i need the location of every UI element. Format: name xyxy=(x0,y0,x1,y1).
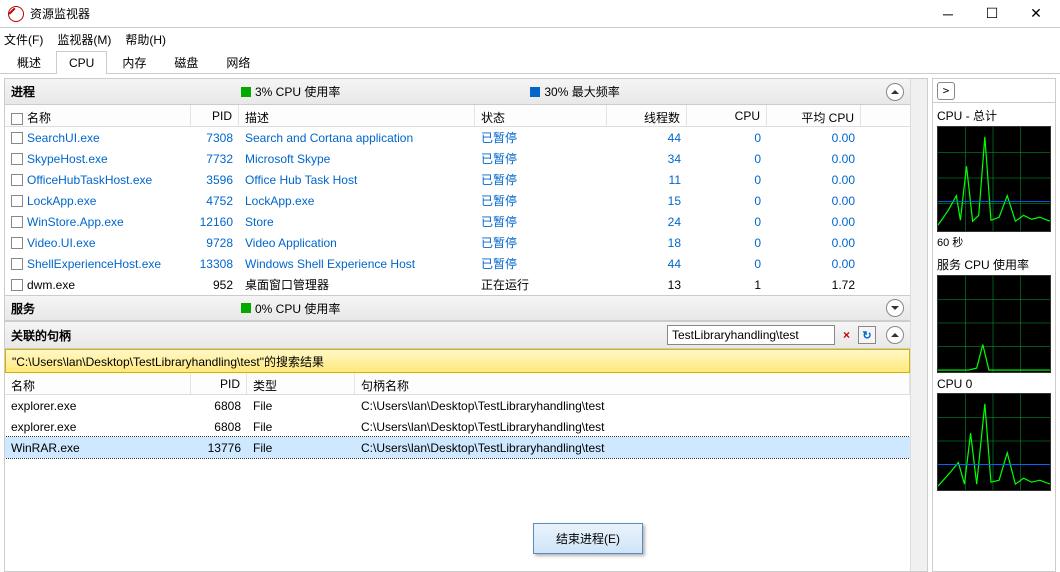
services-title: 服务 xyxy=(11,300,231,317)
process-row[interactable]: WinStore.App.exe12160Store已暂停2400.00 xyxy=(5,211,910,232)
context-menu: 结束进程(E) xyxy=(533,523,643,554)
search-results-bar: "C:\Users\lan\Desktop\TestLibraryhandlin… xyxy=(5,349,910,373)
tab-bar: 概述 CPU 内存 磁盘 网络 xyxy=(0,50,1060,74)
process-row[interactable]: OfficeHubTaskHost.exe3596Office Hub Task… xyxy=(5,169,910,190)
processes-section-header[interactable]: 进程 3% CPU 使用率 30% 最大频率 xyxy=(5,79,910,105)
hcol-type[interactable]: 类型 xyxy=(247,373,355,394)
close-button[interactable]: ✕ xyxy=(1014,0,1058,28)
process-row[interactable]: SearchUI.exe7308Search and Cortana appli… xyxy=(5,127,910,148)
chart-services xyxy=(937,275,1051,373)
hcol-handle[interactable]: 句柄名称 xyxy=(355,373,910,394)
menu-monitor[interactable]: 监视器(M) xyxy=(57,31,111,48)
side-panel: > CPU - 总计 60 秒 服务 CPU 使用率 xyxy=(932,78,1056,572)
processes-header: 名称 PID 描述 状态 线程数 CPU 平均 CPU xyxy=(5,105,910,127)
menu-help[interactable]: 帮助(H) xyxy=(125,31,166,48)
collapse-processes-button[interactable] xyxy=(886,83,904,101)
col-name[interactable]: 名称 xyxy=(5,105,191,126)
col-cpu[interactable]: CPU xyxy=(687,105,767,126)
process-row[interactable]: LockApp.exe4752LockApp.exe已暂停1500.00 xyxy=(5,190,910,211)
clear-search-icon[interactable]: × xyxy=(839,328,854,342)
handle-row[interactable]: explorer.exe6808FileC:\Users\lan\Desktop… xyxy=(5,395,910,416)
handles-list[interactable]: explorer.exe6808FileC:\Users\lan\Desktop… xyxy=(5,395,910,571)
col-pid[interactable]: PID xyxy=(191,105,239,126)
services-section-header[interactable]: 服务 0% CPU 使用率 xyxy=(5,295,910,321)
chart-cpu-total xyxy=(937,126,1051,232)
handle-row[interactable]: explorer.exe6808FileC:\Users\lan\Desktop… xyxy=(5,416,910,437)
process-row[interactable]: Video.UI.exe9728Video Application已暂停1800… xyxy=(5,232,910,253)
hcol-pid[interactable]: PID xyxy=(191,373,247,394)
processes-list[interactable]: SearchUI.exe7308Search and Cortana appli… xyxy=(5,127,910,295)
services-legend: 0% CPU 使用率 xyxy=(241,300,340,317)
handles-section-header[interactable]: 关联的句柄 × ↻ xyxy=(5,321,910,349)
handle-row[interactable]: WinRAR.exe13776FileC:\Users\lan\Desktop\… xyxy=(5,437,910,458)
cpu-legend: 3% CPU 使用率 xyxy=(241,83,340,100)
handles-header: 名称 PID 类型 句柄名称 xyxy=(5,373,910,395)
col-threads[interactable]: 线程数 xyxy=(607,105,687,126)
chart-cpu-subtext: 60 秒 xyxy=(937,232,1051,252)
process-row[interactable]: dwm.exe952桌面窗口管理器正在运行1311.72 xyxy=(5,274,910,295)
handles-search-input[interactable] xyxy=(667,325,835,345)
processes-title: 进程 xyxy=(11,83,231,100)
window-title: 资源监视器 xyxy=(30,5,926,22)
menu-end-process[interactable]: 结束进程(E) xyxy=(556,530,620,547)
col-desc[interactable]: 描述 xyxy=(239,105,475,126)
freq-legend: 30% 最大频率 xyxy=(530,83,619,100)
tab-memory[interactable]: 内存 xyxy=(109,49,159,75)
tab-network[interactable]: 网络 xyxy=(213,49,263,75)
process-row[interactable]: SkypeHost.exe7732Microsoft Skype已暂停3400.… xyxy=(5,148,910,169)
expand-services-button[interactable] xyxy=(886,299,904,317)
title-bar: 资源监视器 ─ ☐ ✕ xyxy=(0,0,1060,28)
col-avg[interactable]: 平均 CPU xyxy=(767,105,861,126)
col-status[interactable]: 状态 xyxy=(475,105,607,126)
tab-overview[interactable]: 概述 xyxy=(4,49,54,75)
handles-title: 关联的句柄 xyxy=(11,327,71,344)
chart-services-title: 服务 CPU 使用率 xyxy=(937,254,1051,275)
maximize-button[interactable]: ☐ xyxy=(970,0,1014,28)
refresh-search-button[interactable]: ↻ xyxy=(858,326,876,344)
menu-bar: 文件(F) 监视器(M) 帮助(H) xyxy=(0,28,1060,50)
tab-disk[interactable]: 磁盘 xyxy=(161,49,211,75)
side-expand-button[interactable]: > xyxy=(937,82,955,100)
main-scrollbar[interactable] xyxy=(910,79,927,571)
hcol-name[interactable]: 名称 xyxy=(5,373,191,394)
minimize-button[interactable]: ─ xyxy=(926,0,970,28)
chart-cpu0-title: CPU 0 xyxy=(937,375,1051,393)
tab-cpu[interactable]: CPU xyxy=(56,51,107,74)
chart-cpu0 xyxy=(937,393,1051,491)
collapse-handles-button[interactable] xyxy=(886,326,904,344)
menu-file[interactable]: 文件(F) xyxy=(4,31,43,48)
process-row[interactable]: ShellExperienceHost.exe13308Windows Shel… xyxy=(5,253,910,274)
app-icon xyxy=(8,6,24,22)
chart-cpu-total-title: CPU - 总计 xyxy=(937,105,1051,126)
